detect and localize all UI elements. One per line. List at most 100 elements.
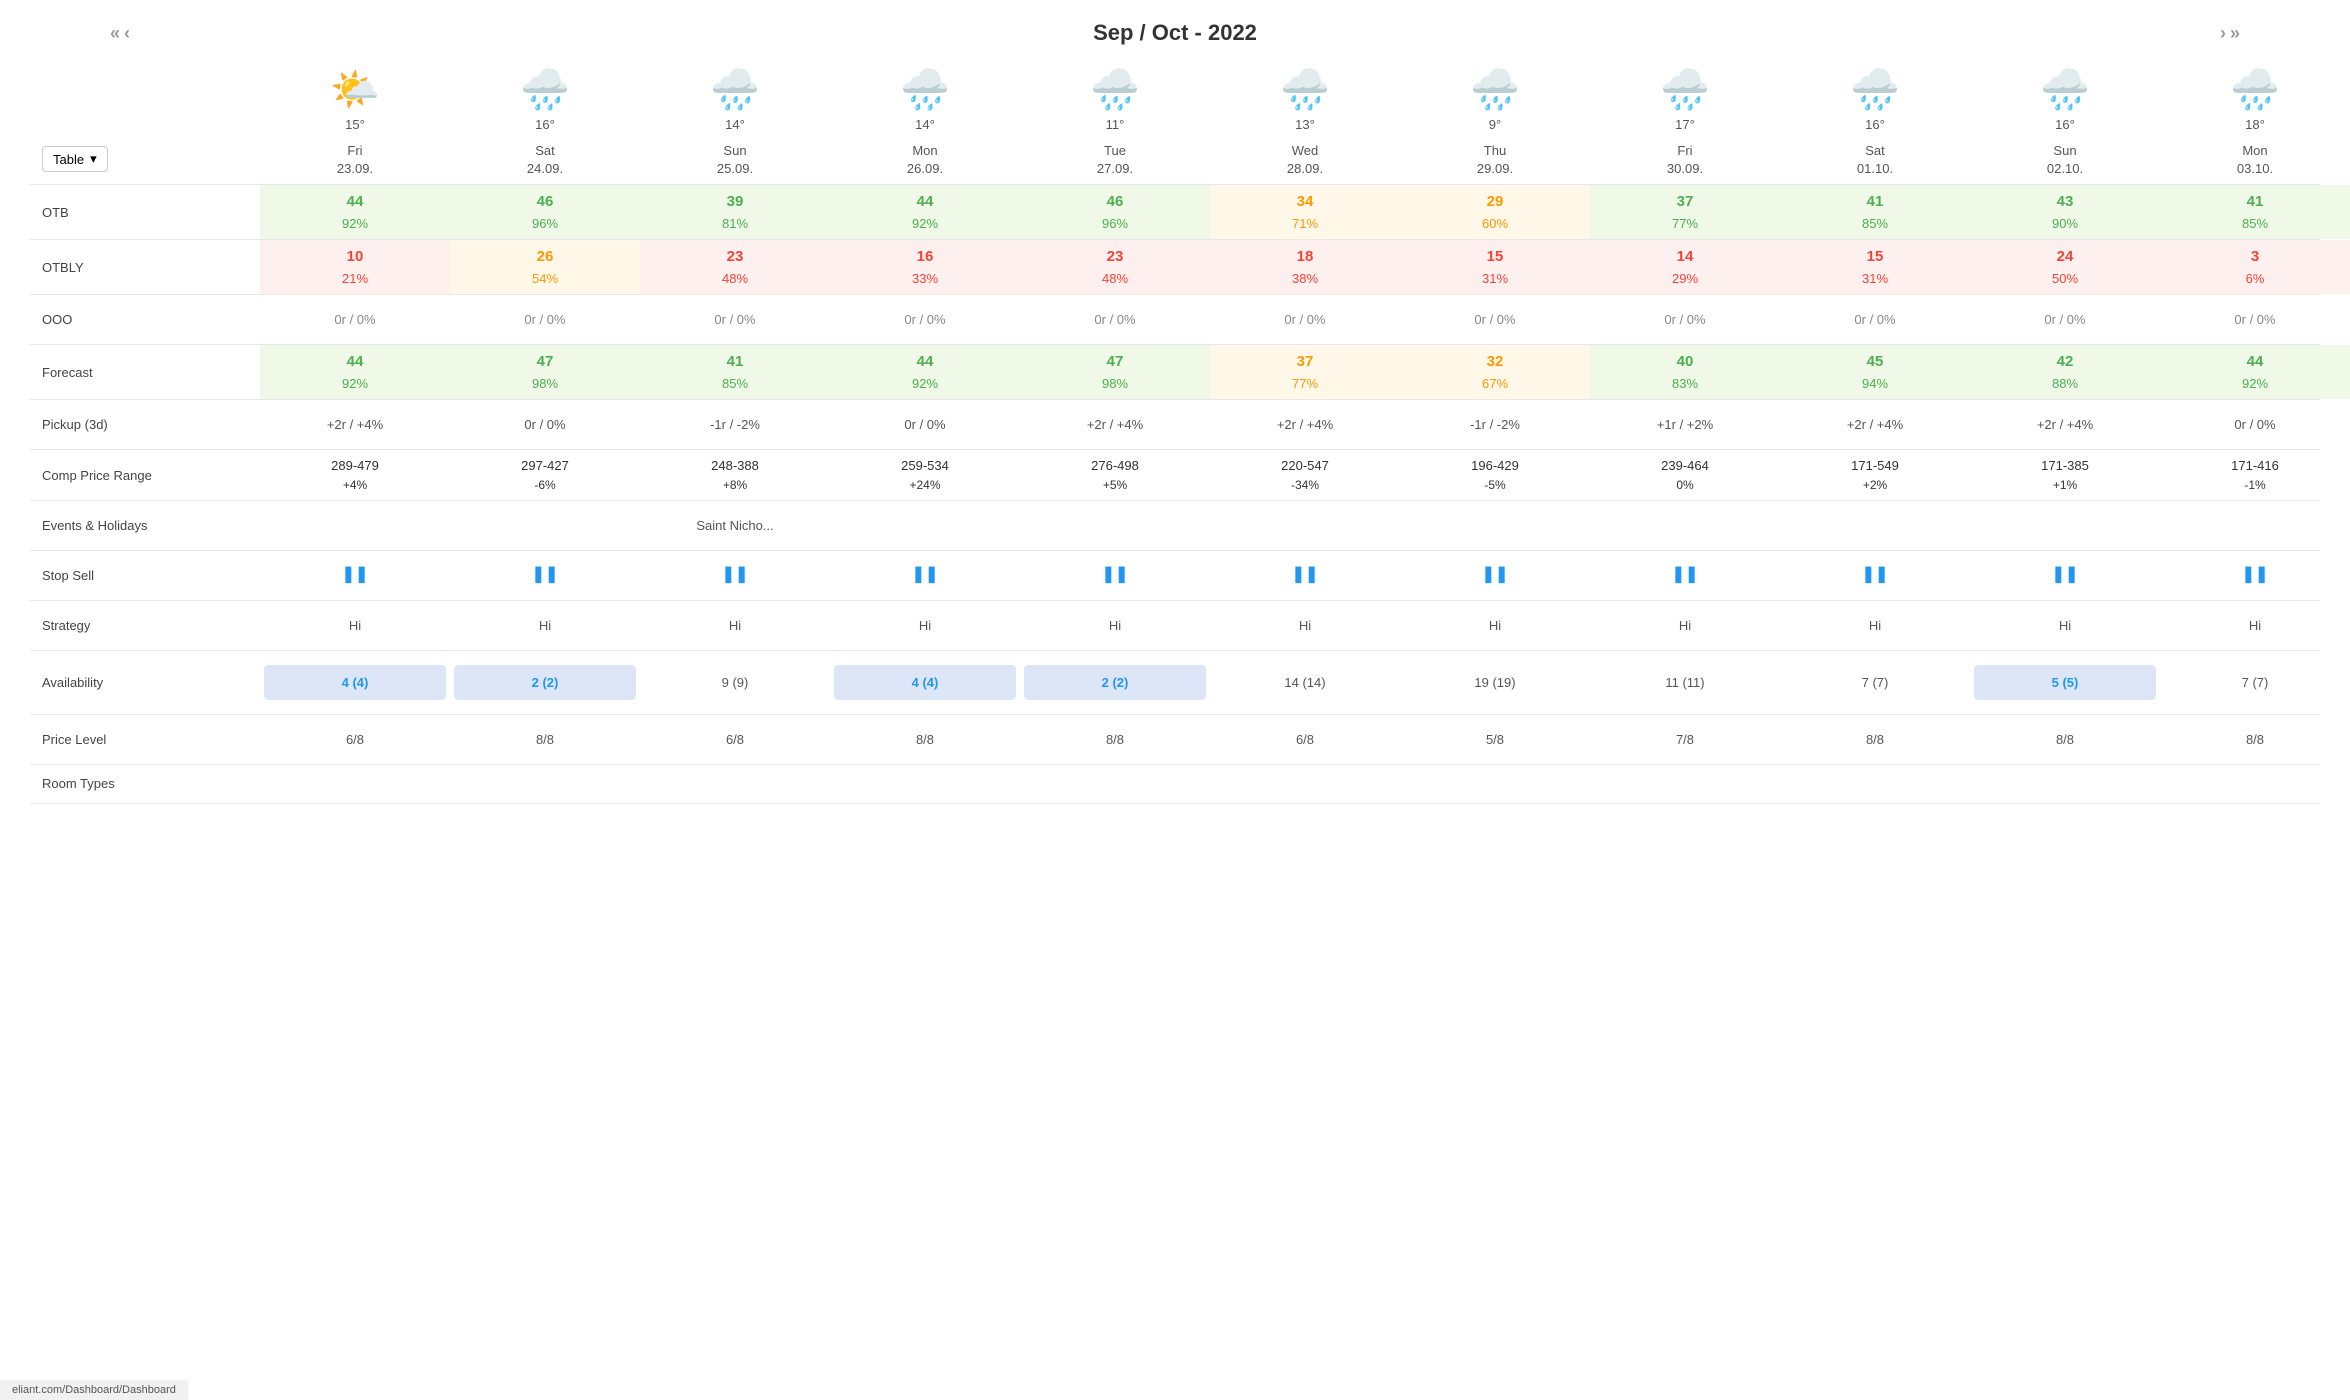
avail-cell-8[interactable]: 7 (7) [1780,667,1970,699]
otb-cell-2[interactable]: 3981% [640,185,830,239]
otbly-cell-1[interactable]: 2654% [450,240,640,294]
nav-double-left-arrow[interactable]: « [110,23,120,44]
otbly-cell-9[interactable]: 2450% [1970,240,2160,294]
otb-cell-9[interactable]: 4390% [1970,185,2160,239]
otbly-label: OTBLY [30,252,260,283]
view-selector-button[interactable]: Table ▾ [42,146,108,172]
price-level-cell-2[interactable]: 6/8 [640,724,830,756]
stop-sell-cell-9[interactable]: ❚❚ [1970,557,2160,593]
room-types-row: Room Types [30,764,2320,804]
stop-sell-icon-6[interactable]: ❚❚ [1482,566,1509,583]
strategy-cell-9[interactable]: Hi [1970,610,2160,642]
stop-sell-cell-0[interactable]: ❚❚ [260,557,450,593]
price-level-cell-1[interactable]: 8/8 [450,724,640,756]
otbly-cell-2[interactable]: 2348% [640,240,830,294]
otbly-cell-7[interactable]: 1429% [1590,240,1780,294]
stop-sell-icon-4[interactable]: ❚❚ [1102,566,1129,583]
forecast-cell-10[interactable]: 4492% [2160,345,2350,399]
forecast-cell-6[interactable]: 3267% [1400,345,1590,399]
stop-sell-icon-10[interactable]: ❚❚ [2242,566,2269,583]
nav-arrows-left[interactable]: « ‹ [110,23,130,44]
otb-cell-6[interactable]: 2960% [1400,185,1590,239]
avail-cell-4[interactable]: 2 (2) [1020,659,1210,707]
stop-sell-cell-10[interactable]: ❚❚ [2160,557,2350,593]
otbly-cell-0[interactable]: 1021% [260,240,450,294]
forecast-cell-3[interactable]: 4492% [830,345,1020,399]
otbly-cell-10[interactable]: 36% [2160,240,2350,294]
avail-cell-9[interactable]: 5 (5) [1970,659,2160,707]
price-level-cell-10[interactable]: 8/8 [2160,724,2350,756]
strategy-cell-10[interactable]: Hi [2160,610,2350,642]
strategy-cell-6[interactable]: Hi [1400,610,1590,642]
forecast-cell-2[interactable]: 4185% [640,345,830,399]
otb-cell-10[interactable]: 4185% [2160,185,2350,239]
forecast-cell-4[interactable]: 4798% [1020,345,1210,399]
stop-sell-cell-7[interactable]: ❚❚ [1590,557,1780,593]
price-level-cell-9[interactable]: 8/8 [1970,724,2160,756]
strategy-cell-4[interactable]: Hi [1020,610,1210,642]
stop-sell-cell-3[interactable]: ❚❚ [830,557,1020,593]
otb-cell-3[interactable]: 4492% [830,185,1020,239]
strategy-cell-3[interactable]: Hi [830,610,1020,642]
price-level-cell-3[interactable]: 8/8 [830,724,1020,756]
otbly-cell-4[interactable]: 2348% [1020,240,1210,294]
forecast-cell-5[interactable]: 3777% [1210,345,1400,399]
avail-cell-6[interactable]: 19 (19) [1400,667,1590,699]
nav-right-arrow[interactable]: › [2220,23,2226,44]
forecast-cell-9[interactable]: 4288% [1970,345,2160,399]
stop-sell-cell-8[interactable]: ❚❚ [1780,557,1970,593]
otb-cell-5[interactable]: 3471% [1210,185,1400,239]
strategy-cell-5[interactable]: Hi [1210,610,1400,642]
stop-sell-icon-8[interactable]: ❚❚ [1862,566,1889,583]
avail-cell-1[interactable]: 2 (2) [450,659,640,707]
day-3: Mon [912,143,937,158]
avail-cell-10[interactable]: 7 (7) [2160,667,2350,699]
events-cell-2[interactable]: Saint Nicho... [640,510,830,542]
stop-sell-icon-0[interactable]: ❚❚ [342,566,369,583]
otb-cell-4[interactable]: 4696% [1020,185,1210,239]
forecast-cell-0[interactable]: 4492% [260,345,450,399]
stop-sell-icon-7[interactable]: ❚❚ [1672,566,1699,583]
stop-sell-cell-5[interactable]: ❚❚ [1210,557,1400,593]
price-level-cell-6[interactable]: 5/8 [1400,724,1590,756]
nav-arrows-right[interactable]: › » [2220,23,2240,44]
avail-cell-2[interactable]: 9 (9) [640,667,830,699]
avail-cell-5[interactable]: 14 (14) [1210,667,1400,699]
otbly-cell-8[interactable]: 1531% [1780,240,1970,294]
stop-sell-icon-2[interactable]: ❚❚ [722,566,749,583]
weather-cell-9: 🌧️ 16° [1970,66,2160,132]
price-level-cell-7[interactable]: 7/8 [1590,724,1780,756]
stop-sell-icon-9[interactable]: ❚❚ [2052,566,2079,583]
price-level-cell-8[interactable]: 8/8 [1780,724,1970,756]
otbly-cell-3[interactable]: 1633% [830,240,1020,294]
forecast-cell-8[interactable]: 4594% [1780,345,1970,399]
otb-cell-1[interactable]: 4696% [450,185,640,239]
otb-cell-0[interactable]: 4492% [260,185,450,239]
stop-sell-icon-3[interactable]: ❚❚ [912,566,939,583]
avail-cell-0[interactable]: 4 (4) [260,659,450,707]
price-level-cell-5[interactable]: 6/8 [1210,724,1400,756]
stop-sell-cell-4[interactable]: ❚❚ [1020,557,1210,593]
stop-sell-cell-6[interactable]: ❚❚ [1400,557,1590,593]
otbly-cell-6[interactable]: 1531% [1400,240,1590,294]
stop-sell-icon-1[interactable]: ❚❚ [532,566,559,583]
price-level-cell-4[interactable]: 8/8 [1020,724,1210,756]
avail-cell-7[interactable]: 11 (11) [1590,667,1780,699]
otb-cell-7[interactable]: 3777% [1590,185,1780,239]
nav-double-right-arrow[interactable]: » [2230,23,2240,44]
stop-sell-icon-5[interactable]: ❚❚ [1292,566,1319,583]
otbly-cell-5[interactable]: 1838% [1210,240,1400,294]
forecast-cell-7[interactable]: 4083% [1590,345,1780,399]
otb-cell-8[interactable]: 4185% [1780,185,1970,239]
nav-left-arrow[interactable]: ‹ [124,23,130,44]
strategy-cell-7[interactable]: Hi [1590,610,1780,642]
stop-sell-cell-2[interactable]: ❚❚ [640,557,830,593]
strategy-cell-2[interactable]: Hi [640,610,830,642]
stop-sell-cell-1[interactable]: ❚❚ [450,557,640,593]
strategy-cell-8[interactable]: Hi [1780,610,1970,642]
strategy-cell-1[interactable]: Hi [450,610,640,642]
forecast-cell-1[interactable]: 4798% [450,345,640,399]
price-level-cell-0[interactable]: 6/8 [260,724,450,756]
strategy-cell-0[interactable]: Hi [260,610,450,642]
avail-cell-3[interactable]: 4 (4) [830,659,1020,707]
